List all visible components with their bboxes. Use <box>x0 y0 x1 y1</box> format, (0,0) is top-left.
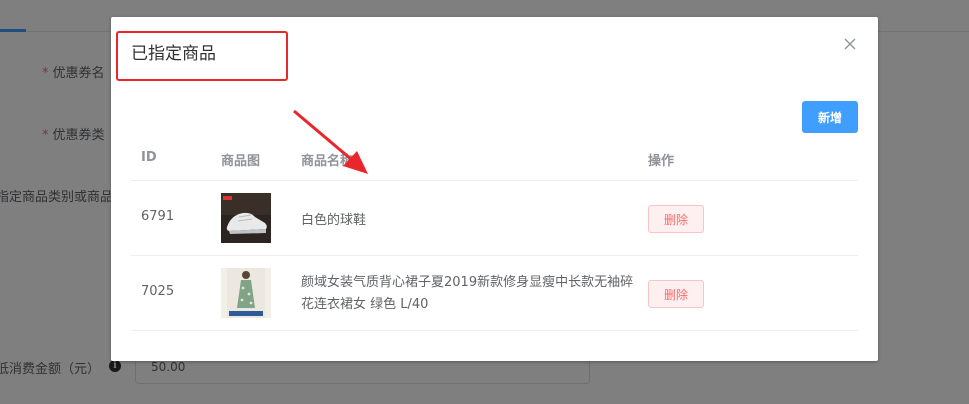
products-table: ID 商品图 商品名称 操作 6791 白色的球鞋 删除 7025 颜域女装气质… <box>131 137 858 331</box>
product-name: 白色的球鞋 <box>301 213 367 228</box>
product-thumbnail-dress <box>221 268 271 318</box>
column-header-action: 操作 <box>648 154 675 169</box>
selected-products-dialog: 已指定商品 新增 ID 商品图 商品名称 操作 6791 白色的球鞋 删除 70… <box>111 17 878 361</box>
product-name: 颜域女装气质背心裙子夏2019新款修身显瘦中长款无袖碎花连衣裙女 绿色 L/40 <box>301 275 634 312</box>
table-row: 6791 白色的球鞋 删除 <box>131 181 858 256</box>
add-button[interactable]: 新增 <box>802 101 858 133</box>
column-header-image: 商品图 <box>221 154 261 169</box>
close-icon[interactable] <box>841 35 859 53</box>
column-header-name: 商品名称 <box>301 154 354 169</box>
dialog-title: 已指定商品 <box>131 44 216 64</box>
table-row: 7025 颜域女装气质背心裙子夏2019新款修身显瘦中长款无袖碎花连衣裙女 绿色… <box>131 256 858 331</box>
product-id: 6791 <box>141 209 175 224</box>
column-header-id: ID <box>141 150 157 165</box>
table-header: ID 商品图 商品名称 操作 <box>131 137 858 181</box>
product-id: 7025 <box>141 284 175 299</box>
delete-button[interactable]: 删除 <box>648 280 704 308</box>
delete-button[interactable]: 删除 <box>648 205 704 233</box>
product-thumbnail-sneaker <box>221 193 271 243</box>
